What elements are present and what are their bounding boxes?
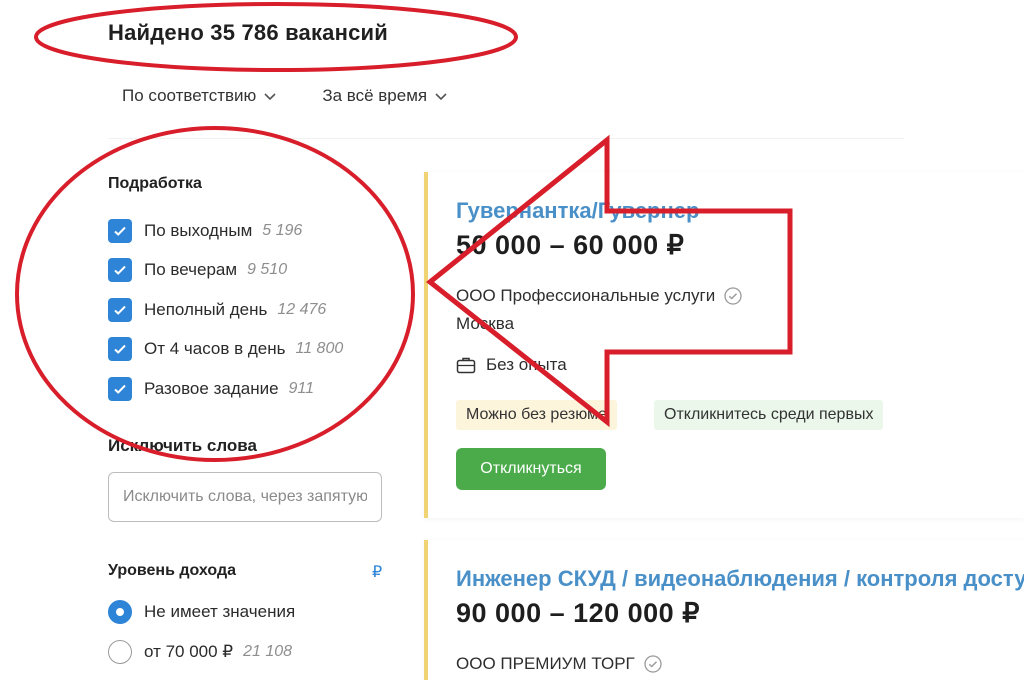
- check-icon: [114, 305, 126, 315]
- tag-no-resume: Можно без резюме: [456, 400, 617, 430]
- company-name: ООО ПРЕМИУМ ТОРГ: [456, 654, 635, 673]
- radio-selected[interactable]: [108, 600, 132, 624]
- vacancy-experience: Без опыта: [456, 355, 567, 375]
- vacancy-card: Инженер СКУД / видеонаблюдения / контрол…: [424, 540, 1024, 680]
- vacancy-card: Гувернантка/Гувернер 50 000 – 60 000 ₽ О…: [424, 172, 1024, 518]
- sort-relevance-label: По соответствию: [122, 86, 257, 105]
- checkbox-checked[interactable]: [108, 258, 132, 283]
- check-icon: [114, 345, 126, 355]
- checkbox-checked[interactable]: [108, 376, 132, 401]
- tag-respond-first: Откликнитесь среди первых: [654, 400, 884, 430]
- divider: [108, 138, 904, 139]
- results-count-heading: Найдено 35 786 вакансий: [108, 20, 388, 45]
- income-option-count: 21 108: [243, 643, 293, 660]
- filter-option-4-hours[interactable]: От 4 часов в день 11 800: [108, 330, 398, 370]
- sort-period-label: За всё время: [322, 86, 428, 105]
- filter-option-count: 911: [288, 379, 315, 397]
- income-option-label: Не имеет значения: [144, 602, 296, 621]
- briefcase-icon: [456, 357, 476, 374]
- checkbox-checked[interactable]: [108, 337, 132, 362]
- exclude-words-input[interactable]: [108, 472, 382, 522]
- filter-option-label: По выходным: [144, 220, 253, 240]
- check-icon: [114, 384, 126, 394]
- income-option-label: от 70 000 ₽: [144, 642, 234, 661]
- sort-period-dropdown[interactable]: За всё время: [322, 86, 449, 106]
- verified-check-icon: [644, 655, 662, 673]
- filter-option-part-day[interactable]: Неполный день 12 476: [108, 290, 398, 330]
- experience-label: Без опыта: [486, 355, 567, 374]
- vacancy-company[interactable]: ООО Профессиональные услуги: [456, 286, 743, 306]
- filter-option-label: По вечерам: [144, 260, 238, 280]
- checkbox-checked[interactable]: [108, 297, 132, 322]
- filter-option-label: От 4 часов в день: [144, 339, 286, 359]
- chevron-down-icon: [435, 93, 447, 101]
- vacancy-title-link[interactable]: Гувернантка/Гувернер: [456, 198, 699, 224]
- filter-option-weekends[interactable]: По выходным 5 196: [108, 211, 398, 251]
- currency-toggle[interactable]: ₽: [372, 562, 382, 582]
- vacancy-company[interactable]: ООО ПРЕМИУМ ТОРГ: [456, 654, 663, 674]
- sort-bar: По соответствию За всё время: [122, 86, 449, 106]
- filter-option-count: 9 510: [247, 261, 288, 279]
- vacancy-title-link[interactable]: Инженер СКУД / видеонаблюдения / контрол…: [456, 566, 1024, 592]
- filter-option-evenings[interactable]: По вечерам 9 510: [108, 251, 398, 291]
- filter-option-label: Неполный день: [144, 299, 268, 319]
- chevron-down-icon: [264, 93, 276, 101]
- verified-check-icon: [724, 287, 742, 305]
- filter-option-count: 5 196: [262, 221, 303, 239]
- check-icon: [114, 226, 126, 236]
- vacancy-city: Москва: [456, 314, 515, 333]
- company-name: ООО Профессиональные услуги: [456, 286, 716, 305]
- filter-part-time: Подработка По выходным 5 196 По вечерам …: [108, 175, 398, 409]
- check-icon: [114, 266, 126, 276]
- income-option-70000[interactable]: от 70 000 ₽ 21 108: [108, 640, 292, 664]
- sort-relevance-dropdown[interactable]: По соответствию: [122, 86, 278, 106]
- part-time-options: По выходным 5 196 По вечерам 9 510 Непол…: [108, 211, 398, 409]
- vacancy-salary: 50 000 – 60 000 ₽: [456, 230, 685, 260]
- apply-button[interactable]: Откликнуться: [456, 448, 606, 490]
- search-results-page: Найдено 35 786 вакансий По соответствию …: [0, 0, 1024, 680]
- income-option-any[interactable]: Не имеет значения: [108, 600, 295, 624]
- filter-option-count: 12 476: [277, 300, 327, 318]
- filter-option-one-time[interactable]: Разовое задание 911: [108, 369, 398, 409]
- radio-unselected[interactable]: [108, 640, 132, 664]
- income-level-title: Уровень дохода: [108, 562, 237, 579]
- filter-option-label: Разовое задание: [144, 378, 279, 398]
- vacancy-salary: 90 000 – 120 000 ₽: [456, 598, 700, 628]
- checkbox-checked[interactable]: [108, 218, 132, 243]
- filter-part-time-title: Подработка: [108, 175, 202, 192]
- exclude-words-title: Исключить слова: [108, 436, 257, 455]
- filter-option-count: 11 800: [295, 340, 344, 358]
